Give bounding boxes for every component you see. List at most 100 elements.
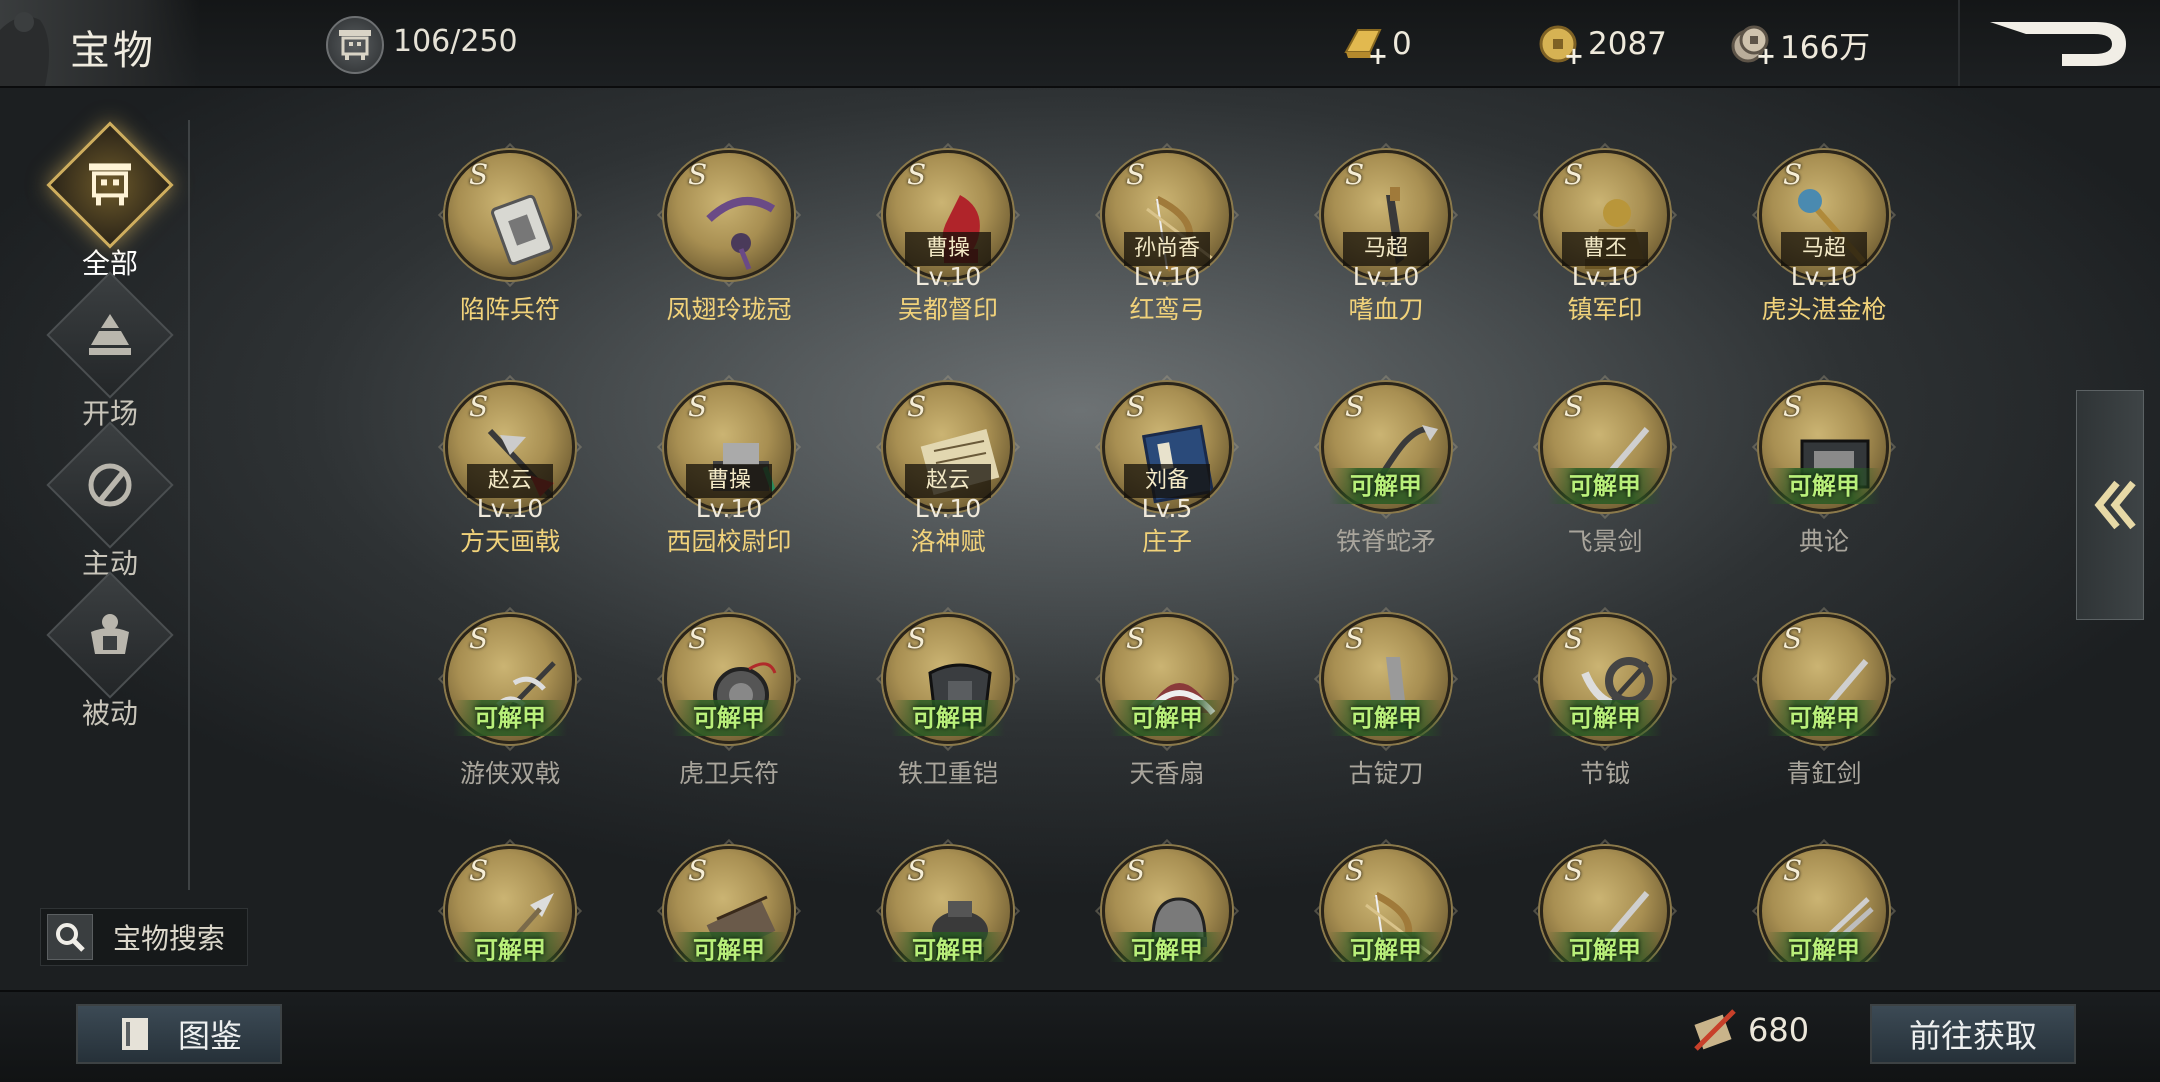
points-value: 680: [1748, 1011, 1810, 1049]
treasure-card[interactable]: S 可解甲 古锭刀: [1276, 604, 1496, 824]
sidebar-item-all[interactable]: 全部: [46, 121, 174, 282]
treasure-medal: S 可解甲: [435, 836, 585, 962]
treasure-level: Lv.10: [1790, 262, 1858, 291]
unlock-badge: 可解甲: [1548, 700, 1662, 736]
treasure-name: 红鸾弓: [1129, 295, 1205, 324]
sidebar-item-opening[interactable]: 开场: [46, 271, 174, 432]
equipped-hero-badge: 孙尚香: [1124, 232, 1210, 266]
rarity-s-mark: S: [907, 854, 927, 887]
unlock-badge: 可解甲: [1329, 700, 1443, 736]
treasure-card[interactable]: S 赵云 Lv.10 洛神赋: [838, 372, 1058, 592]
treasure-name: 吴都督印: [897, 295, 998, 324]
treasure-card[interactable]: S 曹操 Lv.10 吴都督印: [838, 140, 1058, 360]
rarity-s-mark: S: [1126, 158, 1146, 191]
search-icon: [47, 914, 93, 960]
rarity-s-mark: S: [1564, 158, 1584, 191]
treasure-card[interactable]: S 曹操 Lv.10 西园校尉印: [619, 372, 839, 592]
treasure-card[interactable]: S 可解甲 节钺: [1495, 604, 1715, 824]
equipped-hero-badge: 刘备: [1124, 464, 1210, 498]
sidebar-item-passive[interactable]: 被动: [46, 571, 174, 732]
treasure-card[interactable]: S 可解甲天香扇: [1057, 604, 1277, 824]
treasure-icon-tablet: [445, 150, 575, 280]
tablet-icon: [491, 194, 553, 266]
unlock-badge: 可解甲: [1110, 932, 1224, 962]
treasure-card[interactable]: S 凤翅玲珑冠: [619, 140, 839, 360]
treasure-medal: S: [654, 140, 804, 290]
obtain-label: 前往获取: [1908, 1017, 2037, 1055]
treasure-card[interactable]: S 可解甲 铁卫重铠: [838, 604, 1058, 824]
treasure-card[interactable]: S 赵云 Lv.10 方天画戟: [400, 372, 620, 592]
treasure-card[interactable]: S 陷阵兵符: [400, 140, 620, 360]
treasure-card[interactable]: S 可解甲 典论: [1714, 372, 1920, 592]
treasure-grid: S 陷阵兵符 S 凤翅玲珑冠 S 曹操 Lv.10 吴都督印 S 孙尚香 Lv.10 红鸾弓 S 马超 Lv…: [400, 140, 1920, 962]
treasure-card[interactable]: S 可解甲: [838, 836, 1058, 962]
book-icon: [121, 1018, 148, 1050]
codex-button[interactable]: 图鉴: [76, 1004, 282, 1064]
rarity-s-mark: S: [469, 854, 489, 887]
treasure-medal: S 可解甲: [1530, 836, 1680, 962]
treasure-medal: S 可解甲: [654, 836, 804, 962]
codex-label: 图鉴: [177, 1017, 242, 1055]
armor-icon: [46, 571, 174, 699]
page-title: 宝物: [70, 28, 156, 74]
crown-icon: [706, 197, 776, 270]
treasure-medal: S 可解甲: [1092, 604, 1242, 754]
rarity-s-mark: S: [688, 390, 708, 423]
rarity-s-mark: S: [907, 158, 927, 191]
treasure-level: Lv.10: [695, 494, 763, 523]
rarity-s-mark: S: [1564, 622, 1584, 655]
treasure-search-button[interactable]: 宝物搜索: [40, 908, 248, 966]
treasure-medal: S 可解甲: [1092, 836, 1242, 962]
treasure-medal: S 可解甲: [1311, 604, 1461, 754]
treasure-medal: S: [435, 140, 585, 290]
rarity-s-mark: S: [1126, 622, 1146, 655]
treasure-card[interactable]: S 可解甲飞景剑: [1495, 372, 1715, 592]
treasure-level: Lv.5: [1141, 494, 1193, 523]
treasure-name: 西园校尉印: [666, 527, 792, 556]
copper-coin-icon: +: [1728, 22, 1776, 68]
treasure-name: 飞景剑: [1567, 527, 1643, 556]
rarity-s-mark: S: [1564, 854, 1584, 887]
treasure-name: 天香扇: [1129, 759, 1205, 788]
rarity-s-mark: S: [1126, 390, 1146, 423]
treasure-level: Lv.10: [914, 262, 982, 291]
treasure-card[interactable]: S 可解甲: [1276, 836, 1496, 962]
currency-gold-bar[interactable]: + 0: [1340, 22, 1412, 68]
rarity-s-mark: S: [1345, 158, 1365, 191]
treasure-name: 铁脊蛇矛: [1335, 527, 1436, 556]
treasure-card[interactable]: S 刘备 Lv.5 庄子: [1057, 372, 1277, 592]
treasure-medal: S 可解甲: [1530, 372, 1680, 522]
unlock-badge: 可解甲: [1110, 700, 1224, 736]
treasure-card[interactable]: S 可解甲 虎卫兵符: [619, 604, 839, 824]
treasure-card[interactable]: S 曹丕 Lv.10 镇军印: [1495, 140, 1715, 360]
treasure-card[interactable]: S 可解甲 游侠双戟: [400, 604, 620, 824]
gold-coin-icon: +: [1536, 22, 1584, 68]
treasure-medal: S 可解甲: [873, 604, 1023, 754]
treasure-card[interactable]: S 可解甲: [619, 836, 839, 962]
obtain-button[interactable]: 前往获取: [1870, 1004, 2076, 1064]
treasure-card[interactable]: S 可解甲: [1714, 836, 1920, 962]
treasure-card[interactable]: S 孙尚香 Lv.10 红鸾弓: [1057, 140, 1277, 360]
treasure-card[interactable]: S 马超 Lv.10 虎头湛金枪: [1714, 140, 1920, 360]
treasure-card[interactable]: S 可解甲: [1495, 836, 1715, 962]
currency-copper-coin[interactable]: + 166万: [1728, 22, 1870, 68]
sidebar-item-active[interactable]: 主动: [46, 421, 174, 582]
equipped-hero-badge: 赵云: [905, 464, 991, 498]
treasure-card[interactable]: S 可解甲: [1057, 836, 1277, 962]
treasure-name: 虎卫兵符: [678, 759, 779, 788]
unlock-badge: 可解甲: [1329, 468, 1443, 504]
unlock-badge: 可解甲: [453, 700, 567, 736]
unlock-badge: 可解甲: [672, 932, 786, 962]
rarity-s-mark: S: [1564, 390, 1584, 423]
back-button[interactable]: [1958, 0, 2160, 86]
treasure-card[interactable]: S 可解甲 铁脊蛇矛: [1276, 372, 1496, 592]
treasure-points: 680: [1690, 1005, 1809, 1055]
treasure-card[interactable]: S 可解甲 青釭剑: [1714, 604, 1920, 824]
rarity-s-mark: S: [1345, 854, 1365, 887]
treasure-card[interactable]: S 马超 Lv.10 嗜血刀: [1276, 140, 1496, 360]
treasure-card[interactable]: S 可解甲: [400, 836, 620, 962]
expand-panel-button[interactable]: [2076, 390, 2144, 620]
equipped-hero-badge: 曹操: [905, 232, 991, 266]
currency-gold-coin[interactable]: + 2087: [1536, 22, 1667, 68]
scroll-quill-icon: [1694, 1009, 1736, 1051]
